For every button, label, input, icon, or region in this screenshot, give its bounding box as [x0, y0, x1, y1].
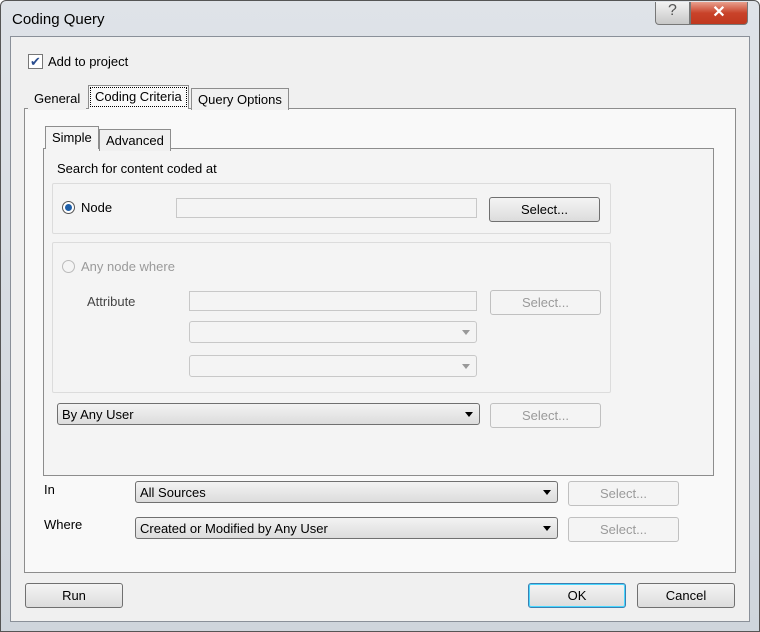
chevron-down-icon: [543, 490, 551, 495]
where-combo[interactable]: Created or Modified by Any User: [135, 517, 558, 539]
in-select-button[interactable]: Select...: [568, 481, 679, 506]
combo-value: Created or Modified by Any User: [140, 521, 328, 536]
chevron-down-icon: [462, 364, 470, 369]
any-node-label: Any node where: [81, 259, 175, 274]
in-combo[interactable]: All Sources: [135, 481, 558, 503]
help-button[interactable]: ?: [655, 2, 690, 25]
in-label: In: [44, 482, 55, 497]
tab-coding-criteria[interactable]: Coding Criteria: [88, 85, 189, 109]
node-field[interactable]: [176, 198, 477, 218]
user-combo[interactable]: By Any User: [57, 403, 480, 425]
node-radio[interactable]: [62, 201, 75, 214]
ok-button[interactable]: OK: [528, 583, 626, 608]
attribute-select-button[interactable]: Select...: [490, 290, 601, 315]
chevron-down-icon: [462, 330, 470, 335]
run-button[interactable]: Run: [25, 583, 123, 608]
search-label: Search for content coded at: [57, 161, 217, 176]
where-label: Where: [44, 517, 83, 532]
chevron-down-icon: [543, 526, 551, 531]
attribute-field[interactable]: [189, 291, 477, 311]
attribute-operator-combo[interactable]: [189, 321, 477, 343]
add-to-project-checkbox[interactable]: ✔: [28, 54, 43, 69]
subtab-simple[interactable]: Simple: [45, 126, 99, 149]
tab-query-options[interactable]: Query Options: [191, 88, 289, 110]
attribute-label: Attribute: [87, 294, 136, 309]
chevron-down-icon: [465, 412, 473, 417]
close-button[interactable]: ✕: [690, 2, 748, 25]
any-node-radio[interactable]: [62, 260, 75, 273]
node-label: Node: [81, 200, 113, 215]
window-title: Coding Query: [12, 11, 105, 28]
subtab-advanced[interactable]: Advanced: [99, 129, 171, 151]
node-select-button[interactable]: Select...: [489, 197, 600, 222]
where-select-button[interactable]: Select...: [568, 517, 679, 542]
add-to-project-label: Add to project: [48, 54, 129, 69]
combo-value: All Sources: [140, 485, 206, 500]
tab-general[interactable]: General: [28, 88, 87, 110]
cancel-button[interactable]: Cancel: [637, 583, 735, 608]
user-select-button[interactable]: Select...: [490, 403, 601, 428]
attribute-value-combo[interactable]: [189, 355, 477, 377]
combo-value: By Any User: [62, 407, 134, 422]
